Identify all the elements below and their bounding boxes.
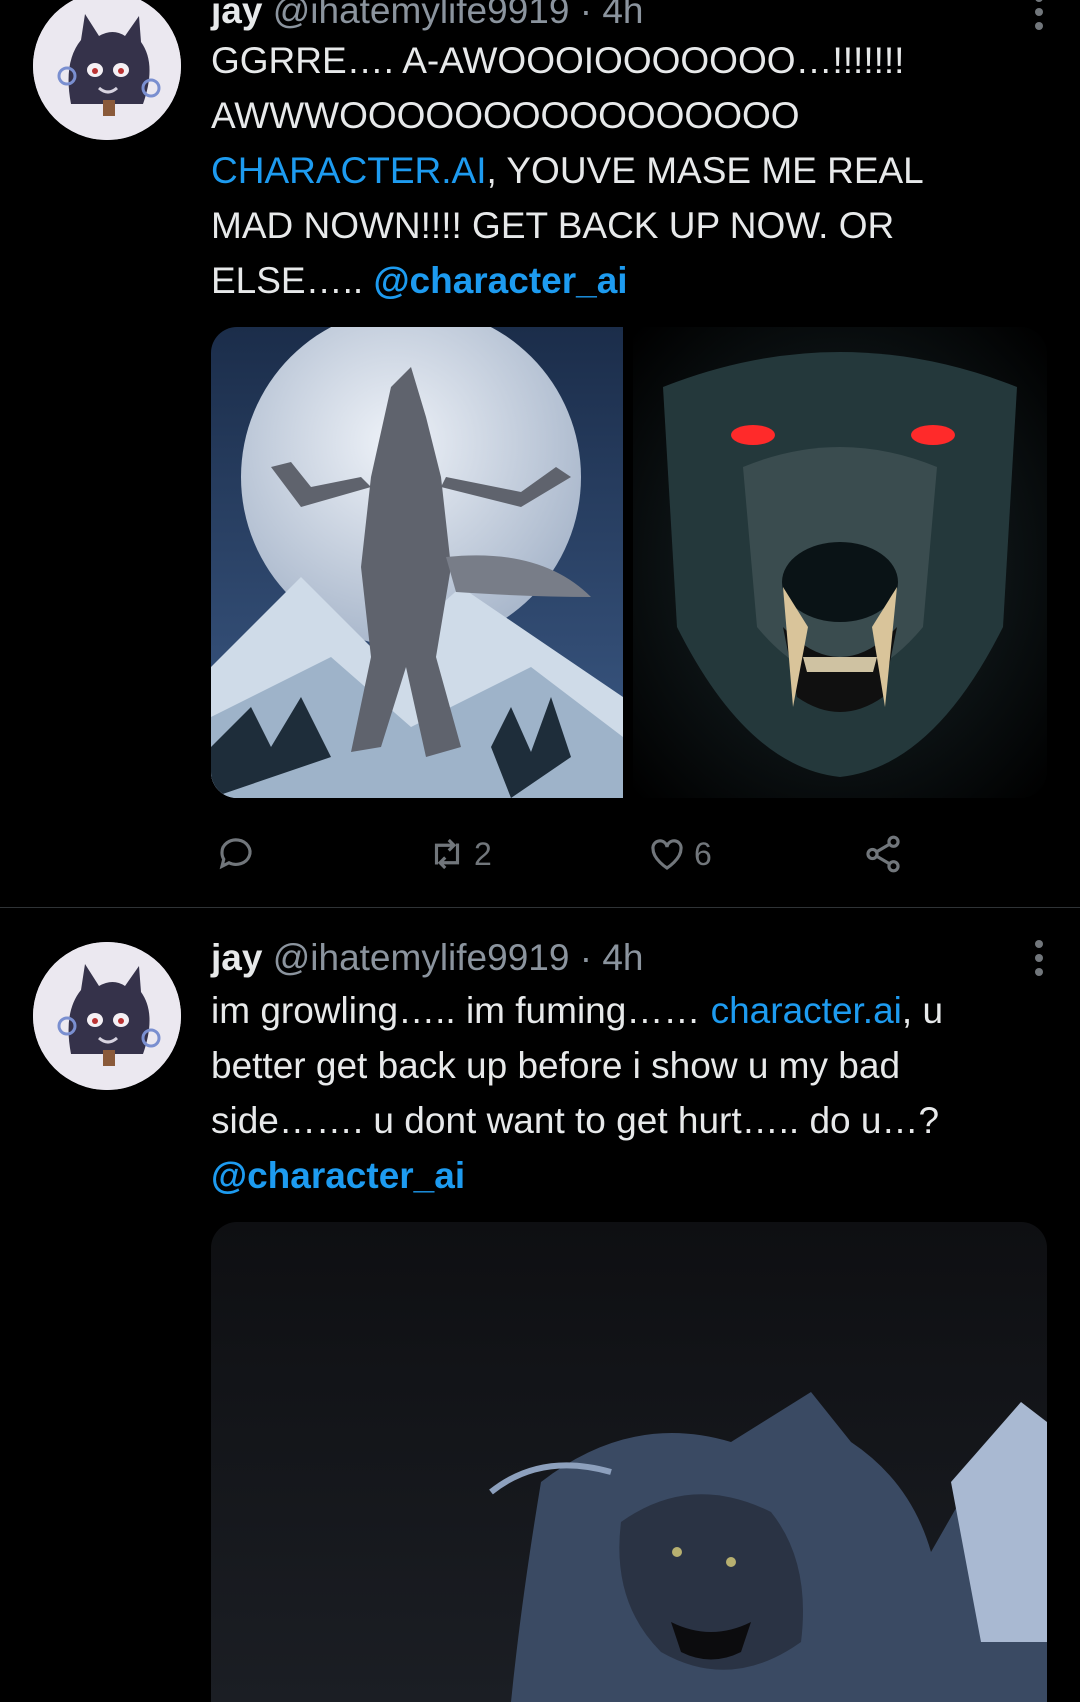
tweet-text: im growling….. im fuming…… character.ai,… — [211, 983, 1011, 1203]
tweet-text-segment: ELSE….. — [211, 260, 374, 301]
share-button[interactable] — [862, 826, 904, 882]
tweet[interactable]: jay @ihatemylife9919 · 4h GGRRE…. A-AWOO… — [0, 0, 1080, 907]
tweet-text-segment: im growling….. im fuming…… — [211, 990, 711, 1031]
tweet-text-line: AWWWOOOOOOOOOOOOOOOO — [211, 88, 1011, 143]
reply-button[interactable] — [215, 826, 257, 882]
heart-icon — [651, 839, 683, 870]
tweet-text-segment: side……. u dont want to get hurt….. do u…… — [211, 1100, 940, 1141]
tweet-text-line: side……. u dont want to get hurt….. do u…… — [211, 1093, 1011, 1148]
tweet-text-line: @character_ai — [211, 1148, 1011, 1203]
retweet-icon — [434, 838, 460, 870]
display-name[interactable]: jay — [211, 937, 262, 978]
tweet-text-segment: , YOUVE MASE ME REAL — [486, 150, 924, 191]
tweet-text-line: ELSE….. @character_ai — [211, 253, 1011, 308]
more-options-icon[interactable] — [1032, 940, 1046, 980]
reply-icon — [219, 838, 252, 870]
like-count: 6 — [694, 835, 712, 872]
tweet-text-segment: AWWWOOOOOOOOOOOOOOOO — [211, 95, 800, 136]
retweet-count: 2 — [474, 835, 492, 872]
tweet-text-segment: GGRRE…. A-AWOOOIOOOOOOO…!!!!!!! — [211, 40, 905, 81]
timestamp[interactable]: · 4h — [580, 0, 644, 31]
tweet-text: GGRRE…. A-AWOOOIOOOOOOO…!!!!!!! AWWWOOOOO… — [211, 33, 1011, 308]
hashtag-link[interactable]: character.ai — [711, 990, 902, 1031]
mention-link[interactable]: @character_ai — [211, 1155, 465, 1196]
growling-wolf-image[interactable] — [211, 1222, 1047, 1702]
user-handle[interactable]: @ihatemylife9919 — [273, 0, 570, 31]
like-button[interactable]: 6 — [646, 826, 712, 882]
tweet-text-segment: better get back up before i show u my ba… — [211, 1045, 901, 1086]
hashtag-link[interactable]: CHARACTER.AI — [211, 150, 486, 191]
user-handle[interactable]: @ihatemylife9919 — [273, 937, 570, 978]
tweet[interactable]: jay @ihatemylife9919 · 4h im growling…..… — [0, 908, 1080, 1702]
retweet-button[interactable]: 2 — [426, 826, 492, 882]
red-eyed-wolf-face-image[interactable] — [633, 327, 1047, 798]
werewolf-howling-at-moon-image[interactable] — [211, 327, 623, 798]
share-icon — [866, 835, 900, 873]
tweet-text-line: im growling….. im fuming…… character.ai,… — [211, 983, 1011, 1038]
tweet-text-line: MAD NOWN!!!! GET BACK UP NOW. OR — [211, 198, 1011, 253]
tweet-actions: 2 6 — [211, 826, 1011, 882]
tweet-header: jay @ihatemylife9919 · 4h — [211, 0, 644, 33]
tweet-text-line: CHARACTER.AI, YOUVE MASE ME REAL — [211, 143, 1011, 198]
tweet-text-line: better get back up before i show u my ba… — [211, 1038, 1011, 1093]
tweet-text-segment: MAD NOWN!!!! GET BACK UP NOW. OR — [211, 205, 895, 246]
tweet-text-line: GGRRE…. A-AWOOOIOOOOOOO…!!!!!!! — [211, 33, 1011, 88]
more-options-icon[interactable] — [1032, 0, 1046, 34]
timestamp[interactable]: · 4h — [580, 937, 644, 978]
display-name[interactable]: jay — [211, 0, 262, 31]
avatar[interactable] — [33, 942, 181, 1090]
tweet-header: jay @ihatemylife9919 · 4h — [211, 936, 644, 980]
avatar[interactable] — [33, 0, 181, 140]
mention-link[interactable]: @character_ai — [373, 260, 627, 301]
tweet-text-segment: , u — [901, 990, 944, 1031]
